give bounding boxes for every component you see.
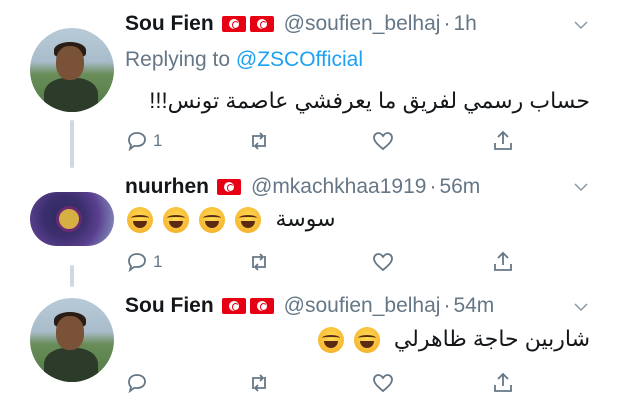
- reply-button[interactable]: 1: [125, 128, 162, 154]
- reply-icon: [128, 132, 146, 152]
- share-button[interactable]: [491, 128, 515, 154]
- share-icon: [494, 130, 512, 150]
- avatar[interactable]: [30, 298, 114, 382]
- separator-dot: ·: [443, 12, 451, 35]
- mention-link[interactable]: @ZSCOfficial: [236, 48, 363, 71]
- share-icon: [494, 251, 512, 271]
- face-with-tears-of-joy-emoji: [317, 327, 344, 354]
- replying-prefix: Replying to: [125, 48, 231, 71]
- tweet-header: Sou Fien @soufien_belhaj · 1h: [125, 10, 477, 38]
- avatar-body: [44, 348, 98, 382]
- tunisia-flag-icon: [249, 16, 274, 32]
- chevron-down-icon[interactable]: [572, 16, 590, 34]
- replying-to: Replying to @ZSCOfficial: [125, 48, 363, 72]
- reply-button[interactable]: 1: [125, 249, 162, 275]
- avatar[interactable]: [30, 28, 114, 112]
- retweet-button[interactable]: [247, 249, 271, 275]
- action-bar: 1: [125, 249, 525, 275]
- share-button[interactable]: [491, 249, 515, 275]
- tunisia-flag-icon: [221, 16, 246, 32]
- timestamp[interactable]: 54m: [453, 294, 494, 318]
- thread-line: [70, 265, 74, 287]
- tweet-text: سوسة: [275, 206, 336, 231]
- retweet-icon: [252, 253, 266, 271]
- like-button[interactable]: [371, 128, 395, 154]
- flag-emojis: [221, 16, 274, 32]
- face-with-tears-of-joy-emoji: [235, 207, 262, 234]
- display-name[interactable]: nuurhen: [125, 175, 209, 199]
- tweet-text: شاربين حاجة ظاهرلي: [393, 326, 590, 351]
- thread-line: [70, 120, 74, 168]
- tunisia-flag-icon: [217, 179, 241, 195]
- chevron-down-icon[interactable]: [572, 178, 590, 196]
- separator-dot: ·: [443, 294, 451, 317]
- share-button[interactable]: [491, 370, 515, 396]
- tunisia-flag-icon: [249, 298, 274, 314]
- tweet-text-row: شاربين حاجة ظاهرلي: [316, 326, 590, 354]
- reply-count: 1: [153, 252, 163, 271]
- username-handle[interactable]: @soufien_belhaj: [284, 12, 441, 36]
- display-name[interactable]: Sou Fien: [125, 12, 214, 36]
- reply-icon: [128, 253, 146, 273]
- tweet-text: حساب رسمي لفريق ما يعرفشي عاصمة تونس!!!: [149, 88, 590, 113]
- face-with-tears-of-joy-emoji: [199, 207, 226, 234]
- face-with-tears-of-joy-emoji: [127, 207, 153, 234]
- retweet-button[interactable]: [247, 128, 271, 154]
- reply-icon: [128, 374, 146, 394]
- flag-emojis: [217, 179, 241, 195]
- like-button[interactable]: [371, 249, 395, 275]
- avatar-badge: [56, 206, 82, 232]
- username-handle[interactable]: @soufien_belhaj: [284, 294, 441, 318]
- heart-icon: [373, 132, 393, 151]
- face-with-tears-of-joy-emoji: [163, 207, 190, 234]
- timestamp[interactable]: 1h: [453, 12, 476, 36]
- username-handle[interactable]: @mkachkhaa1919: [251, 175, 426, 199]
- tweet-text-row: سوسة: [125, 206, 336, 234]
- reply-count: 1: [153, 131, 163, 150]
- face-with-tears-of-joy-emoji: [353, 327, 380, 354]
- separator-dot: ·: [429, 175, 437, 198]
- retweet-button[interactable]: [247, 370, 271, 396]
- retweet-icon: [252, 374, 266, 392]
- retweet-icon: [252, 132, 266, 150]
- avatar-face: [56, 46, 84, 80]
- tweet-header: Sou Fien @soufien_belhaj · 54m: [125, 292, 494, 320]
- action-bar: [125, 370, 525, 396]
- timestamp[interactable]: 56m: [439, 175, 480, 199]
- share-icon: [494, 372, 512, 392]
- avatar-face: [56, 316, 84, 350]
- flag-emojis: [221, 298, 274, 314]
- like-button[interactable]: [371, 370, 395, 396]
- avatar[interactable]: [30, 192, 114, 246]
- display-name[interactable]: Sou Fien: [125, 294, 214, 318]
- heart-icon: [373, 374, 393, 393]
- chevron-down-icon[interactable]: [572, 298, 590, 316]
- tunisia-flag-icon: [221, 298, 246, 314]
- avatar-body: [44, 78, 98, 112]
- action-bar: 1: [125, 128, 525, 154]
- reply-button[interactable]: [125, 370, 153, 396]
- tweet-header: nuurhen @mkachkhaa1919 · 56m: [125, 173, 480, 201]
- heart-icon: [373, 253, 393, 272]
